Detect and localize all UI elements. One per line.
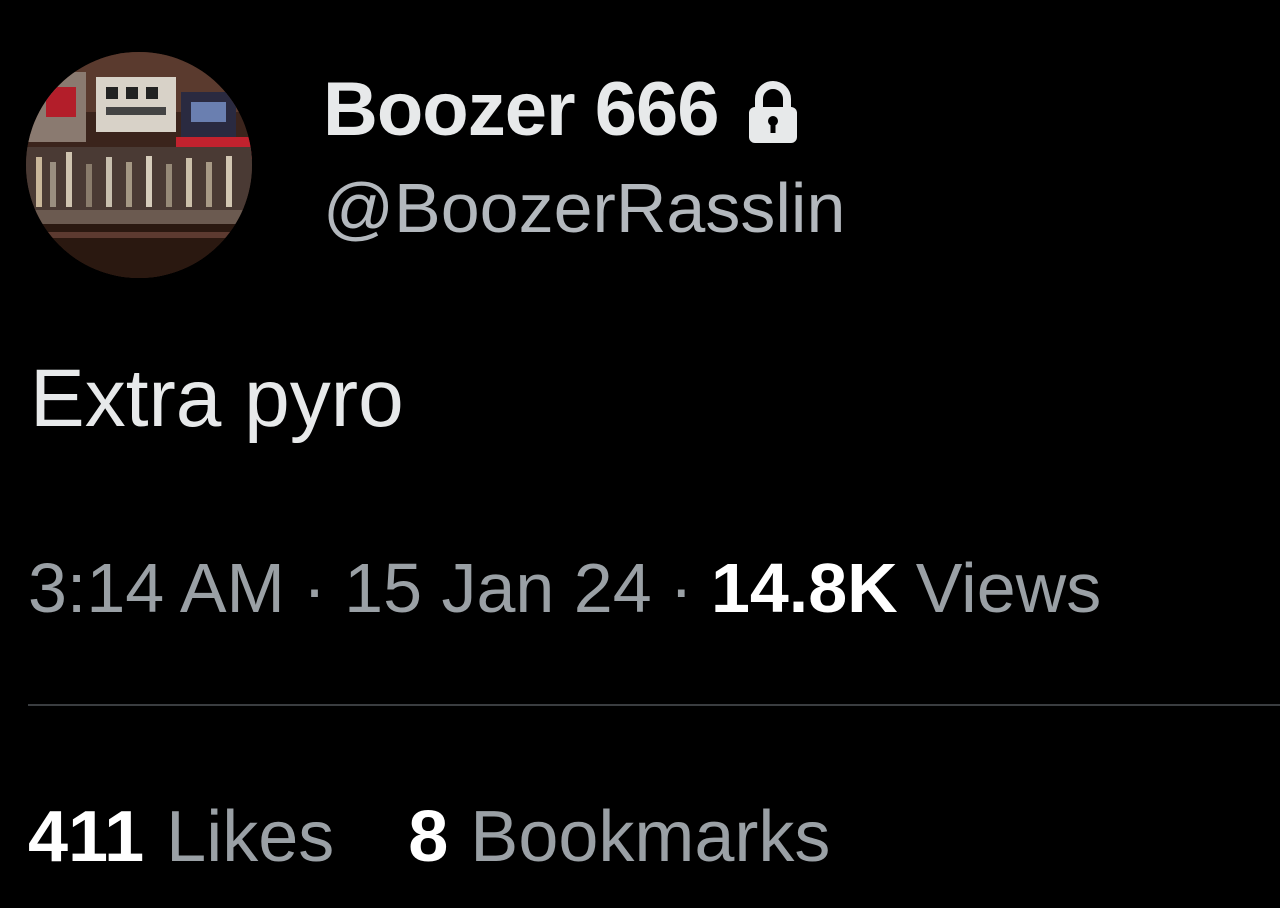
name-row: Boozer 666: [323, 66, 801, 152]
avatar[interactable]: [26, 52, 252, 278]
views-label: Views: [915, 549, 1102, 627]
tweet-time[interactable]: 3:14 AM: [28, 548, 285, 628]
tweet-meta: 3:14 AM · 15 Jan 24 · 14.8K Views: [28, 548, 1101, 628]
views-count[interactable]: 14.8K: [711, 548, 898, 628]
meta-separator: ·: [669, 549, 693, 627]
avatar-image: [26, 52, 252, 278]
tweet-date[interactable]: 15 Jan 24: [344, 548, 651, 628]
display-name[interactable]: Boozer 666: [323, 66, 719, 153]
bookmarks-stat[interactable]: 8 Bookmarks: [408, 796, 830, 878]
bookmarks-label: Bookmarks: [470, 797, 831, 877]
lock-icon: [745, 81, 801, 145]
likes-label: Likes: [166, 797, 335, 877]
meta-separator: ·: [302, 549, 327, 627]
engagement-stats: 411 Likes 8 Bookmarks: [28, 796, 830, 878]
likes-count: 411: [28, 797, 145, 877]
user-handle[interactable]: @BoozerRasslin: [323, 168, 845, 248]
tweet-text: Extra pyro: [30, 353, 404, 444]
likes-stat[interactable]: 411 Likes: [28, 796, 334, 878]
bookmarks-count: 8: [408, 797, 449, 877]
divider: [28, 704, 1280, 706]
